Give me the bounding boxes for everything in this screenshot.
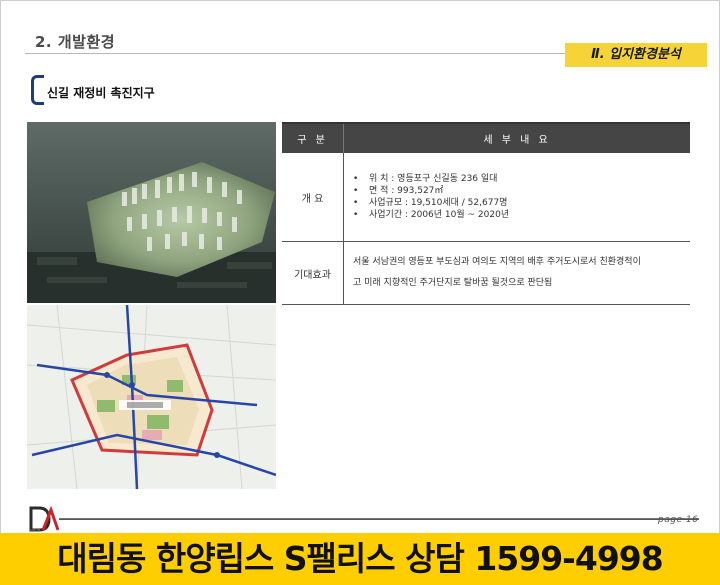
row-label-overview: 개 요 [282, 153, 344, 242]
district-map-image [27, 305, 276, 489]
logo-caption: DAELIM [29, 528, 41, 532]
overview-list: • 위 치 : 영등포구 신길동 236 일대 • 면 적 : 993,527㎡ •… [345, 173, 689, 221]
header-details: 세 부 내 요 [343, 122, 690, 153]
effect-cell: 서울 서남권의 영등포 부도심과 여의도 지역의 배후 주거도시로서 친환경적이… [343, 241, 690, 305]
effect-line: 고 미래 지향적인 주거단지로 탈바꿈 될것으로 판단됨 [353, 278, 553, 288]
bracket-icon [31, 75, 44, 105]
page-number: page 16 [658, 515, 699, 525]
section-title: 2. 개발환경 [35, 33, 116, 51]
list-item: • 사업규모 : 19,510세대 / 52,677명 [353, 198, 508, 208]
overview-cell: • 위 치 : 영등포구 신길동 236 일대 • 면 적 : 993,527㎡ •… [343, 153, 690, 242]
list-item: • 사업기간 : 2006년 10월 ~ 2020년 [353, 210, 510, 220]
table-header-row: 구 분 세 부 내 요 [282, 122, 690, 153]
effect-text: 서울 서남권의 영등포 부도심과 여의도 지역의 배후 주거도시로서 친환경적이… [345, 248, 689, 298]
list-item: • 면 적 : 993,527㎡ [353, 186, 444, 196]
slide: 2. 개발환경 Ⅱ. 입지환경분석 신길 재정비 촉진지구 구 분 세 부 내 … [0, 0, 720, 535]
chapter-badge: Ⅱ. 입지환경분석 [565, 43, 707, 67]
subsection-title: 신길 재정비 촉진지구 [47, 86, 155, 100]
effect-line: 서울 서남권의 영등포 부도심과 여의도 지역의 배후 주거도시로서 친환경적이 [353, 257, 641, 267]
header-category: 구 분 [282, 122, 344, 153]
table-row: 개 요 • 위 치 : 영등포구 신길동 236 일대 • 면 적 : 993,52… [282, 153, 690, 242]
contact-banner: 대림동 한양립스 S팰리스 상담 1599-4998 [0, 533, 720, 585]
list-item: • 위 치 : 영등포구 신길동 236 일대 [353, 174, 498, 184]
title-divider [25, 53, 570, 54]
row-label-effect: 기대효과 [282, 241, 344, 305]
aerial-rendering-image [27, 122, 276, 303]
table-row: 기대효과 서울 서남권의 영등포 부도심과 여의도 지역의 배후 주거도시로서 … [282, 241, 690, 305]
project-info-table: 구 분 세 부 내 요 개 요 • 위 치 : 영등포구 신길동 236 일대 •… [282, 122, 690, 305]
footer-divider [59, 518, 699, 520]
